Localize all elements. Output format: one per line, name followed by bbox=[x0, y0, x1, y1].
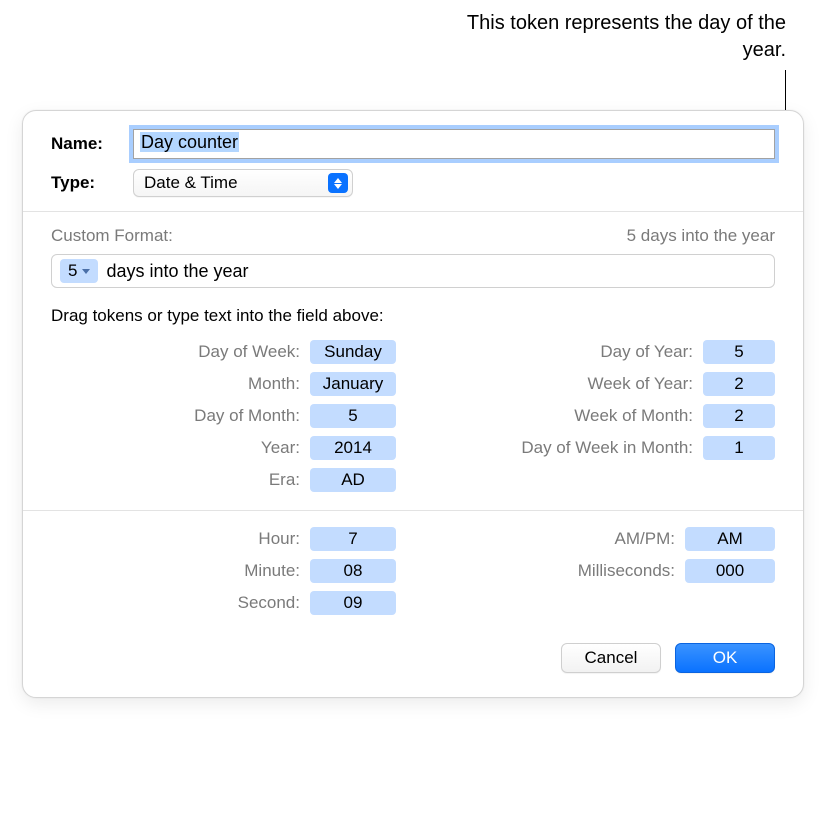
token-day-of-week-in-month[interactable]: 1 bbox=[703, 436, 775, 460]
ok-button[interactable]: OK bbox=[675, 643, 775, 673]
token-era[interactable]: AD bbox=[310, 468, 396, 492]
token-label: AM/PM: bbox=[615, 529, 675, 549]
token-label: Year: bbox=[261, 438, 300, 458]
select-caret-icon bbox=[328, 173, 348, 193]
format-token-value: 5 bbox=[68, 261, 77, 281]
token-label: Day of Year: bbox=[600, 342, 693, 362]
custom-format-field[interactable]: 5 days into the year bbox=[51, 254, 775, 288]
custom-format-header: Custom Format: 5 days into the year bbox=[23, 212, 803, 254]
format-trailing-text: days into the year bbox=[106, 261, 248, 282]
token-label: Minute: bbox=[244, 561, 300, 581]
token-label: Era: bbox=[269, 470, 300, 490]
token-label: Day of Week in Month: bbox=[521, 438, 693, 458]
token-label: Day of Week: bbox=[198, 342, 300, 362]
date-tokens-grid: Day of Week: Sunday Day of Year: 5 Month… bbox=[23, 336, 803, 510]
token-milliseconds[interactable]: 000 bbox=[685, 559, 775, 583]
token-hour[interactable]: 7 bbox=[310, 527, 396, 551]
custom-format-preview: 5 days into the year bbox=[627, 226, 775, 246]
time-tokens-grid: Hour: 7 AM/PM: AM Minute: 08 Millisecond… bbox=[23, 511, 803, 643]
drag-hint: Drag tokens or type text into the field … bbox=[23, 306, 803, 336]
custom-format-label: Custom Format: bbox=[51, 226, 173, 246]
token-minute[interactable]: 08 bbox=[310, 559, 396, 583]
token-ampm[interactable]: AM bbox=[685, 527, 775, 551]
format-token-day-of-year[interactable]: 5 bbox=[60, 259, 98, 283]
token-year[interactable]: 2014 bbox=[310, 436, 396, 460]
type-value: Date & Time bbox=[144, 173, 238, 193]
token-label: Week of Month: bbox=[574, 406, 693, 426]
name-field[interactable]: Day counter bbox=[133, 129, 775, 159]
token-label: Second: bbox=[238, 593, 300, 613]
token-day-of-month[interactable]: 5 bbox=[310, 404, 396, 428]
token-label: Day of Month: bbox=[194, 406, 300, 426]
custom-format-window: Name: Day counter Type: Date & Time Cus bbox=[22, 110, 804, 698]
type-label: Type: bbox=[51, 173, 133, 193]
name-label: Name: bbox=[51, 134, 133, 154]
token-label: Month: bbox=[248, 374, 300, 394]
annotation-text: This token represents the day of the yea… bbox=[466, 10, 786, 64]
token-second[interactable]: 09 bbox=[310, 591, 396, 615]
header-section: Name: Day counter Type: Date & Time bbox=[23, 111, 803, 211]
token-month[interactable]: January bbox=[310, 372, 396, 396]
token-week-of-year[interactable]: 2 bbox=[703, 372, 775, 396]
chevron-down-icon bbox=[82, 269, 90, 274]
token-label: Week of Year: bbox=[587, 374, 693, 394]
token-day-of-year[interactable]: 5 bbox=[703, 340, 775, 364]
token-week-of-month[interactable]: 2 bbox=[703, 404, 775, 428]
cancel-button[interactable]: Cancel bbox=[561, 643, 661, 673]
dialog-footer: Cancel OK bbox=[23, 643, 803, 697]
token-label: Milliseconds: bbox=[578, 561, 675, 581]
type-select[interactable]: Date & Time bbox=[133, 169, 353, 197]
name-value: Day counter bbox=[140, 132, 239, 152]
token-label: Hour: bbox=[258, 529, 300, 549]
token-day-of-week[interactable]: Sunday bbox=[310, 340, 396, 364]
